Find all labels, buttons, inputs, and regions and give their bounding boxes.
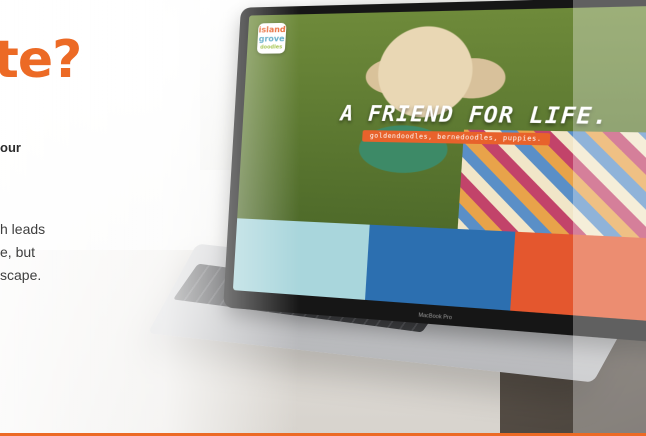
tile-blue[interactable] [365,225,515,311]
hero-title: A FRIEND FOR LIFE. [340,101,610,130]
body-paragraph: h leads e, but scape. [0,218,45,287]
body-line-3: scape. [0,264,45,287]
body-line-1: h leads [0,218,45,241]
body-line-2: e, but [0,241,45,264]
headline: te? [0,30,81,90]
right-overlay [573,0,646,433]
subheading: our [0,140,21,155]
